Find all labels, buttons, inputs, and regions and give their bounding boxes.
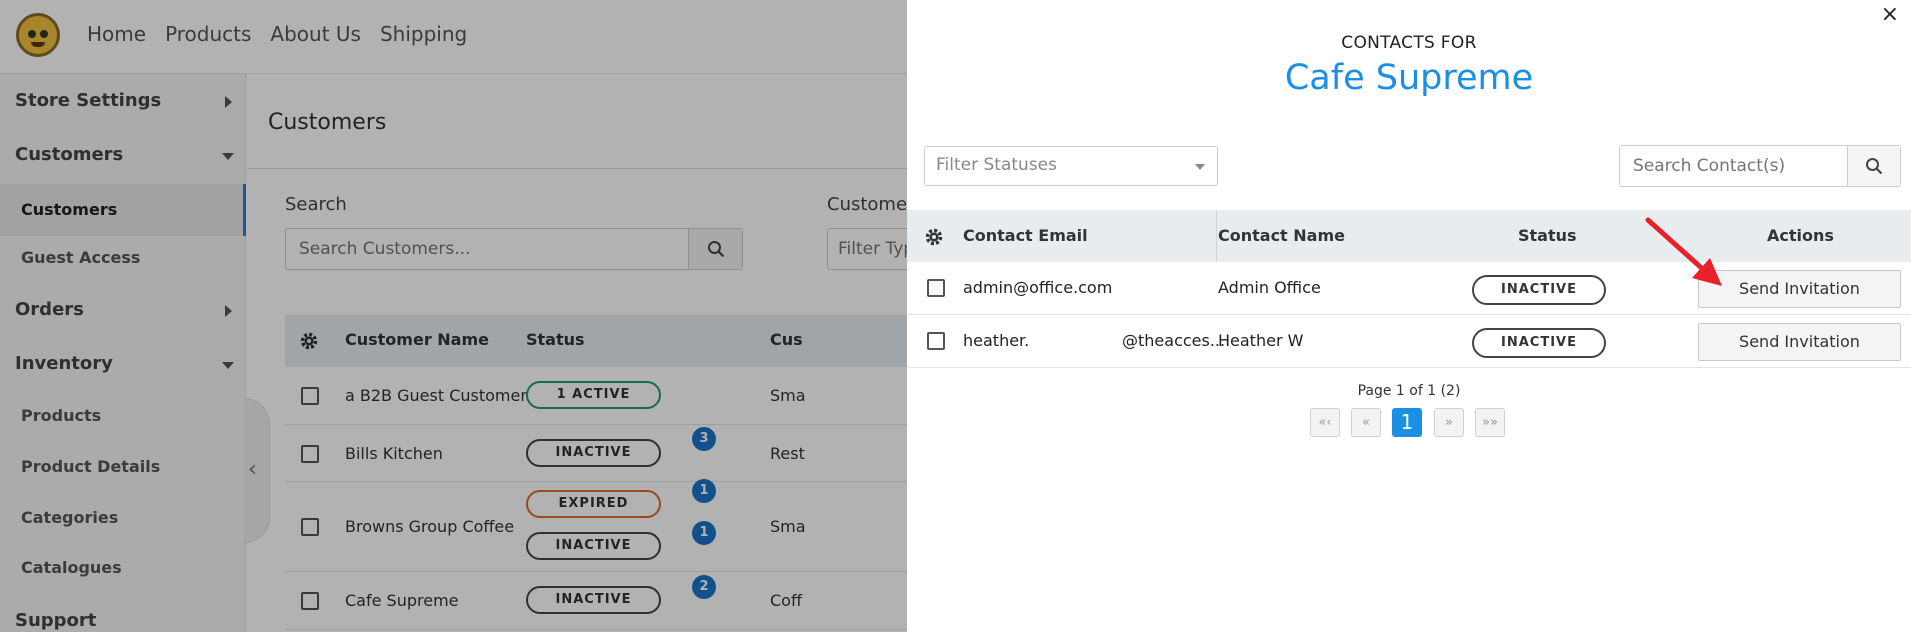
- prev-page-button[interactable]: «: [1351, 408, 1381, 437]
- column-divider[interactable]: [1216, 210, 1217, 262]
- search-icon: [1866, 158, 1883, 175]
- contact-name: Admin Office: [1218, 278, 1321, 297]
- row-checkbox[interactable]: [927, 279, 945, 297]
- filter-statuses-select[interactable]: Filter Statuses: [924, 146, 1218, 186]
- modal-backdrop[interactable]: [0, 0, 907, 632]
- column-header-contact-email[interactable]: Contact Email: [963, 226, 1088, 245]
- contacts-drawer: × CONTACTS FOR Cafe Supreme Filter Statu…: [907, 0, 1911, 632]
- contact-search-input[interactable]: [1620, 146, 1840, 186]
- chevron-down-icon: [1195, 164, 1205, 170]
- drawer-title: Cafe Supreme: [1284, 58, 1534, 98]
- next-page-button[interactable]: »: [1434, 408, 1464, 437]
- contact-search-button[interactable]: [1847, 146, 1900, 186]
- contact-search: [1619, 145, 1901, 187]
- last-page-button[interactable]: »»: [1475, 408, 1505, 437]
- first-page-button[interactable]: «‹: [1310, 408, 1340, 437]
- column-header-actions: Actions: [1767, 226, 1834, 245]
- pagination-summary: Page 1 of 1 (2): [1357, 383, 1461, 399]
- contacts-table: Contact Email Contact Name Status Action…: [907, 210, 1911, 368]
- contact-email: heather.: [963, 331, 1030, 350]
- column-header-status[interactable]: Status: [1518, 226, 1577, 245]
- table-row[interactable]: admin@office.com Admin Office INACTIVE S…: [907, 262, 1911, 315]
- send-invitation-button[interactable]: Send Invitation: [1698, 270, 1901, 308]
- drawer-subtitle: CONTACTS FOR: [1341, 33, 1477, 53]
- send-invitation-button[interactable]: Send Invitation: [1698, 323, 1901, 361]
- filter-statuses-placeholder: Filter Statuses: [936, 155, 1057, 175]
- row-checkbox[interactable]: [927, 332, 945, 350]
- contact-name: Heather W: [1218, 331, 1304, 350]
- page-button-current[interactable]: 1: [1392, 408, 1422, 437]
- status-badge: INACTIVE: [1472, 328, 1606, 358]
- close-icon[interactable]: ×: [1881, 2, 1899, 27]
- column-header-contact-name[interactable]: Contact Name: [1218, 226, 1345, 245]
- status-badge: INACTIVE: [1472, 275, 1606, 305]
- table-row[interactable]: heather. @theacces... Heather W INACTIVE…: [907, 315, 1911, 368]
- table-header: Contact Email Contact Name Status Action…: [907, 210, 1911, 262]
- gear-icon[interactable]: [924, 227, 944, 247]
- contact-email-suffix: @theacces...: [1122, 331, 1226, 350]
- contact-email: admin@office.com: [963, 278, 1113, 297]
